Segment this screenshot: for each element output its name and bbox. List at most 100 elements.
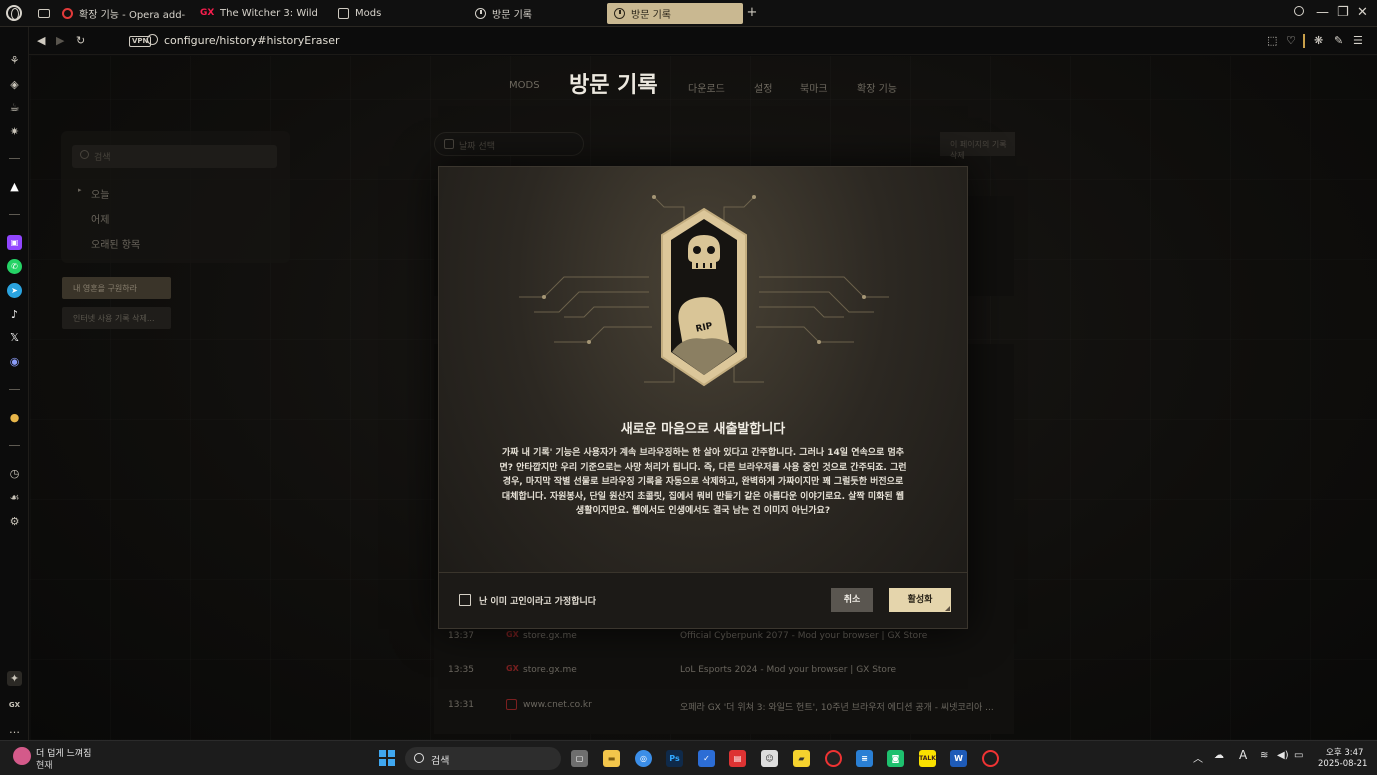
weather-time: 현재 [36,761,53,771]
calendar-icon [444,139,454,149]
wild-hunt-icon[interactable]: ✷ [7,124,22,139]
history-icon [614,8,625,19]
tab-label: 확장 기능 - Opera add-ons [79,10,186,21]
tab-bar: 확장 기능 - Opera add-ons GX The Witcher 3: … [0,0,1377,27]
separator [1303,34,1305,48]
line-icon[interactable]: ◙ [887,750,904,767]
history-search-input[interactable]: 검색 [72,145,277,168]
messenger-icon[interactable]: ☺ [761,750,778,767]
tab-witcher[interactable]: GX The Witcher 3: Wild Hunt [196,3,320,24]
notepad-icon[interactable]: ≡ [856,750,873,767]
assume-dead-checkbox[interactable] [459,594,471,606]
sidebar: ⚘ ◈ ☕ ✷ ▲ ▣ ✆ ➤ ♪ 𝕏 ◉ ● ◷ ☙ ⚙ ✦ GX … [0,27,29,740]
game-icon[interactable]: ☕ [7,100,22,115]
tab-label: 방문 기록 [492,10,532,21]
opera-gx-logo[interactable] [6,5,22,21]
minimize-button[interactable]: — [1316,5,1329,20]
filter-older[interactable]: 오래된 항목 [91,236,140,251]
restore-button[interactable]: ❐ [1337,5,1349,20]
taskbar-search[interactable]: 검색 [405,747,561,770]
settings-icon[interactable]: ⚙ [7,514,22,529]
telegram-icon[interactable]: ➤ [7,283,22,298]
workspaces-icon[interactable] [34,3,54,24]
mods-extension-icon[interactable]: ❋ [1314,34,1323,47]
back-button[interactable]: ◀ [37,34,45,47]
file-explorer-icon[interactable]: ▬ [603,750,620,767]
wifi-icon[interactable]: ≋ [1260,750,1268,761]
nav-mods[interactable]: MODS [509,80,540,91]
opera-gx-taskbar-icon[interactable] [982,750,999,767]
volume-icon[interactable]: ◀) [1277,750,1289,761]
table-row[interactable]: 13:35 GX store.gx.me LoL Esports 2024 - … [434,661,1014,681]
save-my-soul-button[interactable]: 내 영혼을 구원하라 [62,277,171,299]
pdf-icon[interactable]: ▤ [729,750,746,767]
search-tabs-icon[interactable] [1294,5,1304,20]
word-icon[interactable]: W [950,750,967,767]
visit-time: 13:35 [448,665,474,675]
nav-downloads[interactable]: 다운로드 [688,80,725,95]
chrome-icon[interactable]: ◎ [635,750,652,767]
menu-icon[interactable]: ☰ [1353,34,1363,47]
gx-mods-icon[interactable]: ✦ [7,671,22,686]
bookmark-heart-icon[interactable]: ♡ [1286,34,1296,47]
tab-label: Mods [355,8,382,19]
todo-icon[interactable]: ✓ [698,750,715,767]
body-line: 면? 안타깝지만 우리 기준으로는 사망 처리가 됩니다. 즉, 다른 브라우저… [499,462,907,473]
body-line: 경우, 마지막 작별 선물로 브라우징 기록을 자동으로 삭제하고, 완벽하게 … [502,477,904,487]
clear-all-button[interactable]: 이 페이지의 기록 삭제 [940,132,1015,160]
more-icon[interactable]: … [7,722,22,737]
reload-button[interactable]: ↻ [76,34,85,47]
taskbar-date[interactable]: 2025-08-21 [1318,759,1367,769]
clear-browsing-data-button[interactable]: 인터넷 사용 기록 삭제... [62,307,171,329]
new-tab-button[interactable]: + [745,6,759,20]
snapshot-icon[interactable]: ⬚ [1267,34,1277,47]
pinboard-icon[interactable]: ☙ [7,490,22,505]
history-sidebar-icon[interactable]: ◷ [7,466,22,481]
nav-bookmarks[interactable]: 북마크 [800,80,828,95]
photoshop-icon[interactable]: Ps [666,750,683,767]
tab-opera-addons[interactable]: 확장 기능 - Opera add-ons [58,3,186,24]
gx-settings-icon[interactable]: GX [7,698,22,713]
filter-yesterday[interactable]: 어제 [91,211,109,226]
aria-icon[interactable]: ▲ [7,179,22,194]
media-icon[interactable] [825,750,842,767]
weather-icon[interactable] [13,747,31,765]
x-icon[interactable]: 𝕏 [7,330,22,345]
cnet-icon [506,699,517,710]
tab-mods[interactable]: Mods [334,3,424,24]
page-title: 방문 기록 [569,73,658,98]
date-picker[interactable]: 날짜 선택 [434,132,584,156]
table-row[interactable]: 13:37 GX store.gx.me Official Cyberpunk … [434,627,1014,647]
taskbar-time[interactable]: 오후 3:47 [1326,746,1363,758]
address-bar: ◀ ▶ ↻ VPN configure/history#historyErase… [29,27,1377,55]
start-button[interactable] [379,750,395,766]
whatsapp-icon[interactable]: ✆ [7,259,22,274]
tab-history[interactable]: 방문 기록 [471,3,596,24]
filter-today[interactable]: 오늘 [91,186,109,201]
table-row[interactable]: 13:31 www.cnet.co.kr 오페라 GX '더 위쳐 3: 와일드… [434,696,1014,716]
nav-settings[interactable]: 설정 [754,80,772,95]
sticky-notes-icon[interactable]: ▰ [793,750,810,767]
battery-icon[interactable]: ▭ [1294,750,1303,761]
ime-indicator[interactable]: A [1239,748,1247,762]
cancel-button[interactable]: 취소 [831,588,873,612]
forward-button[interactable]: ▶ [56,34,64,47]
nav-extensions[interactable]: 확장 기능 [857,80,897,95]
url-field[interactable]: configure/history#historyEraser [147,34,340,47]
activate-button[interactable]: 활성화 [889,588,951,612]
close-button[interactable]: ✕ [1357,5,1368,20]
discord-icon[interactable]: ◉ [7,354,22,369]
body-line: 생활이지만요. 웹에서도 인생에서도 결국 남는 건 이미지 아닌가요? [575,506,831,516]
tab-history-active[interactable]: 방문 기록 [607,3,743,24]
assume-dead-label[interactable]: 난 이미 고인이라고 가정합니다 [479,594,596,607]
task-view-icon[interactable]: ▢ [571,750,588,767]
tiktok-icon[interactable]: ♪ [7,307,22,322]
visit-time: 13:37 [448,631,474,641]
chevron-up-icon[interactable]: ︿ [1193,750,1203,765]
gx-control-icon[interactable]: ⚘ [7,53,22,68]
music-player-icon[interactable]: ● [7,410,22,425]
kakaotalk-icon[interactable]: TALK [919,750,936,767]
onedrive-icon[interactable]: ☁ [1214,750,1224,761]
extension-icon[interactable]: ✎ [1334,34,1343,47]
twitch-icon[interactable]: ▣ [7,235,22,250]
